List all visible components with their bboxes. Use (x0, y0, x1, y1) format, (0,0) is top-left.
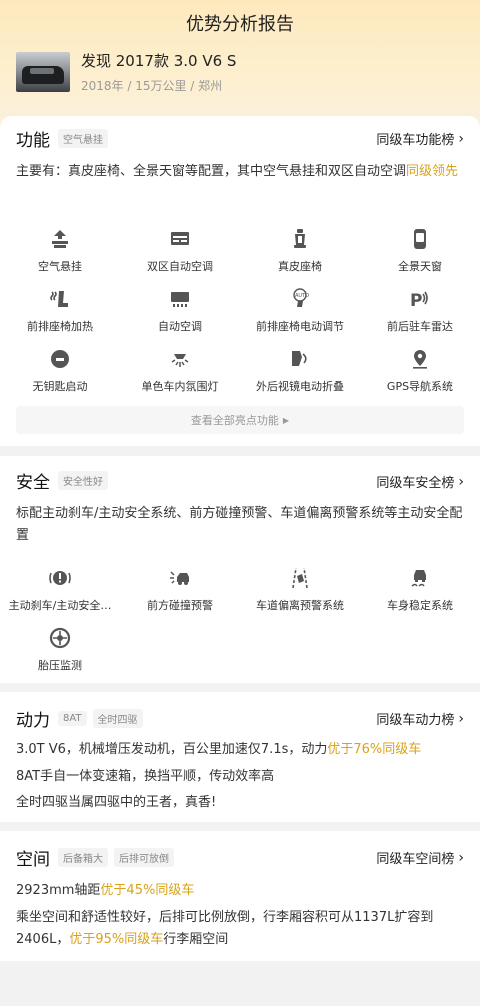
feature-item[interactable]: P 前后驻车雷达 (360, 282, 480, 342)
power-card: 动力 8AT 全时四驱 同级车动力榜 › 3.0T V6，机械增压发动机，百公里加… (0, 692, 480, 822)
space-tag: 后排可放倒 (114, 847, 174, 867)
air-suspension-icon (49, 228, 71, 250)
safety-section-title: 安全 (16, 472, 50, 493)
seat-heating-icon (49, 288, 71, 310)
feature-item[interactable]: AUTO 前排座椅电动调节 (240, 282, 360, 342)
car-meta: 2018年 / 15万公里 / 郑州 (81, 79, 223, 93)
space-card: 空间 后备箱大 后排可放倒 同级车空间榜 › 2923mm轴距优于45%同级车 乘… (0, 831, 480, 961)
ambient-light-icon (169, 348, 191, 370)
car-thumbnail[interactable] (16, 52, 70, 92)
safety-feature-grid: 主动刹车/主动安全… 前方碰撞预警 车道偏离预警系统 车身稳定系统 胎压监测 (0, 561, 480, 681)
panoramic-sunroof-icon (409, 228, 431, 250)
dual-zone-ac-icon (169, 228, 191, 250)
leather-seat-icon (289, 228, 311, 250)
car-name: 发现 2017款 3.0 V6 S (81, 52, 237, 70)
feature-item[interactable]: 真皮座椅 (240, 222, 360, 282)
keyless-start-icon (49, 348, 71, 370)
space-line-1: 2923mm轴距优于45%同级车 (16, 883, 195, 898)
safety-description: 标配主动刹车/主动安全系统、前方碰撞预警、车道偏离预警系统等主动安全配置 (16, 506, 463, 543)
function-description: 主要有：真皮座椅、全景天窗等配置，其中空气悬挂和双区自动空调同级领先 (16, 164, 459, 179)
chevron-right-icon: › (458, 849, 464, 866)
feature-item[interactable]: 自动空调 (120, 282, 240, 342)
lane-departure-icon (289, 567, 311, 589)
power-tag: 全时四驱 (92, 708, 143, 728)
feature-item[interactable]: 无钥匙启动 (0, 342, 120, 402)
function-card: 功能 空气悬挂 同级车功能榜 › 主要有：真皮座椅、全景天窗等配置，其中空气悬挂和… (0, 116, 480, 446)
safety-item[interactable]: 车道偏离预警系统 (240, 561, 360, 621)
power-line-1: 3.0T V6，机械增压发动机，百公里加速仅7.1s，动力优于76%同级车 (16, 742, 422, 757)
function-feature-grid: 空气悬挂 双区自动空调 真皮座椅 全景天窗 前排座椅加热 自动空调 AUTO 前… (0, 222, 480, 402)
page-title: 优势分析报告 (186, 14, 294, 35)
safety-item[interactable]: 前方碰撞预警 (120, 561, 240, 621)
collision-warning-icon (169, 567, 191, 589)
safety-rank-link[interactable]: 同级车安全榜 › (376, 472, 464, 492)
feature-item[interactable]: 外后视镜电动折叠 (240, 342, 360, 402)
feature-item[interactable]: 单色车内氛围灯 (120, 342, 240, 402)
power-line-3: 全时四驱当属四驱中的王者，真香! (16, 795, 217, 810)
space-rank-link[interactable]: 同级车空间榜 › (376, 848, 464, 868)
chevron-right-icon: › (458, 710, 464, 727)
safety-item[interactable]: 胎压监测 (0, 621, 120, 681)
function-rank-link[interactable]: 同级车功能榜 › (376, 129, 464, 149)
space-line-2: 乘坐空间和舒适性较好，后排可比例放倒，行李厢容积可从1137L扩容到2406L，… (16, 910, 434, 947)
space-section-title: 空间 (16, 849, 50, 870)
function-tag: 空气悬挂 (58, 128, 108, 148)
feature-item[interactable]: 双区自动空调 (120, 222, 240, 282)
power-seat-icon: AUTO (289, 288, 311, 310)
power-section-title: 动力 (16, 710, 50, 731)
power-rank-link[interactable]: 同级车动力榜 › (376, 709, 464, 729)
space-tag: 后备箱大 (58, 847, 108, 867)
triangle-right-icon: ▶ (282, 415, 290, 425)
feature-item[interactable]: 空气悬挂 (0, 222, 120, 282)
stability-control-icon (409, 567, 431, 589)
svg-text:P: P (410, 291, 422, 310)
active-brake-icon (49, 567, 71, 589)
safety-tag: 安全性好 (58, 470, 108, 490)
safety-card: 安全 安全性好 同级车安全榜 › 标配主动刹车/主动安全系统、前方碰撞预警、车道偏… (0, 456, 480, 683)
parking-radar-icon: P (409, 288, 431, 311)
safety-item[interactable]: 主动刹车/主动安全… (0, 561, 120, 621)
feature-item[interactable]: 前排座椅加热 (0, 282, 120, 342)
see-all-features-button[interactable]: 查看全部亮点功能 ▶ (16, 406, 464, 434)
tire-pressure-icon (49, 627, 71, 649)
function-section-title: 功能 (16, 130, 50, 151)
feature-item[interactable]: GPS导航系统 (360, 342, 480, 402)
auto-ac-icon (169, 288, 191, 310)
feature-item[interactable]: 全景天窗 (360, 222, 480, 282)
power-tag: 8AT (58, 710, 87, 726)
svg-text:AUTO: AUTO (295, 293, 309, 299)
mirror-fold-icon (289, 348, 311, 370)
chevron-right-icon: › (458, 130, 464, 147)
safety-item[interactable]: 车身稳定系统 (360, 561, 480, 621)
chevron-right-icon: › (458, 473, 464, 490)
gps-nav-icon (409, 348, 431, 370)
power-line-2: 8AT手自一体变速箱，换挡平顺，传动效率高 (16, 769, 275, 784)
